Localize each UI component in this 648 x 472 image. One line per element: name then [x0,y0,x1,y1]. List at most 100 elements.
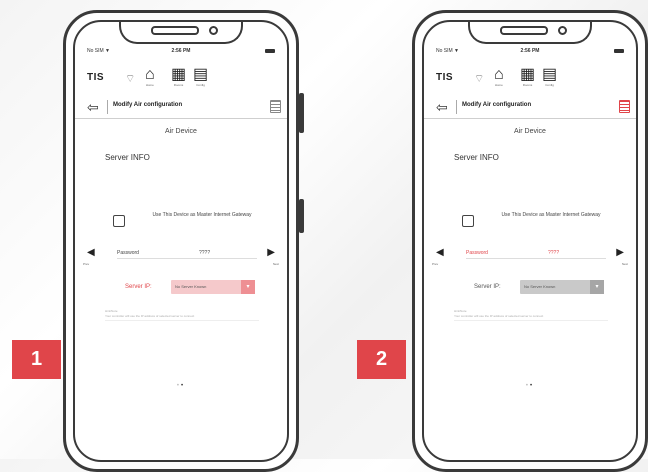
config-caption: Config [545,83,554,87]
password-row: ◀ Prev Password ???? ▶ Next [75,247,287,273]
carrier-label: No SIM ▼ [87,48,111,54]
hint-divider [105,320,259,321]
section-title: Air Device [514,128,546,135]
home-button[interactable]: ⌂ Home [494,66,504,88]
prev-caption: Prev [83,262,90,266]
phone-frame-1: No SIM ▼ 2:56 PM TIS ⌔ ⌂ Home ▦ Rooms ▤ … [63,10,304,472]
page-header: ⇦ Modify Air configuration [424,96,636,119]
password-label: Password [117,250,139,256]
page-header: ⇦ Modify Air configuration [75,96,287,119]
rooms-button[interactable]: ▦ Rooms [171,66,187,88]
server-ip-row: Server IP: No Server Known ▾ [424,280,636,296]
tis-logo: TIS [436,72,454,83]
password-label: Password [466,250,488,256]
server-ip-value: No Server Known [175,284,207,289]
server-ip-value: No Server Known [524,284,556,289]
server-ip-label: Server IP: [474,284,501,290]
camera [558,26,567,35]
server-ip-select[interactable]: No Server Known ▾ [171,280,255,294]
page-indicator: •• [75,383,287,389]
server-ip-select[interactable]: No Server Known ▾ [520,280,604,294]
carrier-label: No SIM ▼ [436,48,460,54]
battery-icon [265,49,275,53]
grid-icon: ▦ [171,66,187,83]
back-icon[interactable]: ⇦ [87,99,99,116]
speaker [500,26,548,35]
config-button[interactable]: ▤ Config [542,67,557,88]
next-arrow-icon[interactable]: ▶ [267,247,275,258]
config-button[interactable]: ▤ Config [193,66,209,88]
wifi-icon: ⌔ [125,73,136,85]
server-ip-label: Server IP: [125,284,152,290]
page-title: Modify Air configuration [462,102,532,108]
phone-screen-1: No SIM ▼ 2:56 PM TIS ⌔ ⌂ Home ▦ Rooms ▤ … [73,20,289,462]
next-caption: Next [272,262,279,266]
volume-button [299,199,304,233]
phone-frame-2: No SIM ▼ 2:56 PM TIS ⌔ ⌂ Home ▦ Rooms ▤ … [412,10,648,472]
step-badge-2: 2 [357,340,406,379]
hint-note: Hint/Note Your controller will use the I… [454,309,608,321]
app-toolbar: TIS ⌔ ⌂ Home ▦ Rooms ▤ Config [436,66,624,90]
status-bar: No SIM ▼ 2:56 PM [436,48,624,58]
status-bar: No SIM ▼ 2:56 PM [87,48,275,58]
hint-text: Your controller will use the IP address … [454,314,544,318]
page-dot-active: • [181,383,186,389]
battery-icon [614,49,624,53]
home-caption: Home [494,83,503,87]
list-icon[interactable] [619,100,630,113]
home-button[interactable]: ⌂ Home [145,66,155,88]
camera [209,26,218,35]
speaker [151,26,199,35]
dropdown-icon[interactable]: ▾ [590,280,604,294]
gateway-label: Use This Device as Master Internet Gatew… [501,212,601,218]
prev-caption: Prev [432,262,439,266]
password-row: ◀ Prev Password ???? ▶ Next [424,247,636,273]
config-caption: Config [196,83,205,87]
page-title: Modify Air configuration [113,102,183,108]
gateway-option: Use This Device as Master Internet Gatew… [462,210,618,234]
password-field[interactable]: ???? [548,250,559,256]
rooms-caption: Rooms [522,83,533,87]
page-dot-active: • [530,383,535,389]
prev-arrow-icon[interactable]: ◀ [436,247,444,258]
prev-arrow-icon[interactable]: ◀ [87,247,95,258]
server-info-heading: Server INFO [454,153,499,162]
hint-divider [454,320,608,321]
back-icon[interactable]: ⇦ [436,99,448,116]
rooms-button[interactable]: ▦ Rooms [520,66,536,88]
app-toolbar: TIS ⌔ ⌂ Home ▦ Rooms ▤ Config [87,66,275,90]
section-title: Air Device [165,128,197,135]
hint-text: Your controller will use the IP address … [105,314,195,318]
clock: 2:56 PM [520,48,540,54]
password-field[interactable]: ???? [199,250,210,256]
step-badge-1: 1 [12,340,61,379]
clock: 2:56 PM [171,48,191,54]
password-underline [466,258,606,259]
password-underline [117,258,257,259]
dropdown-icon[interactable]: ▾ [241,280,255,294]
notch [468,22,592,44]
gateway-option: Use This Device as Master Internet Gatew… [113,210,269,234]
grid-icon: ▦ [520,66,536,83]
gateway-label: Use This Device as Master Internet Gatew… [152,212,252,218]
divider [456,100,457,114]
wifi-icon: ⌔ [474,73,485,85]
config-icon: ▤ [193,66,209,83]
tis-logo: TIS [87,72,105,83]
next-arrow-icon[interactable]: ▶ [616,247,624,258]
server-info-heading: Server INFO [105,153,150,162]
phone-screen-2: No SIM ▼ 2:56 PM TIS ⌔ ⌂ Home ▦ Rooms ▤ … [422,20,638,462]
notch [119,22,243,44]
gateway-checkbox[interactable] [113,215,125,227]
divider [107,100,108,114]
hint-note: Hint/Note Your controller will use the I… [105,309,259,321]
rooms-caption: Rooms [173,83,184,87]
home-icon: ⌂ [145,66,155,83]
gateway-checkbox[interactable] [462,215,474,227]
home-icon: ⌂ [494,66,504,83]
power-button [299,93,304,133]
server-ip-row: Server IP: No Server Known ▾ [75,280,287,296]
page-indicator: •• [424,383,636,389]
home-caption: Home [145,83,154,87]
list-icon[interactable] [270,100,281,113]
